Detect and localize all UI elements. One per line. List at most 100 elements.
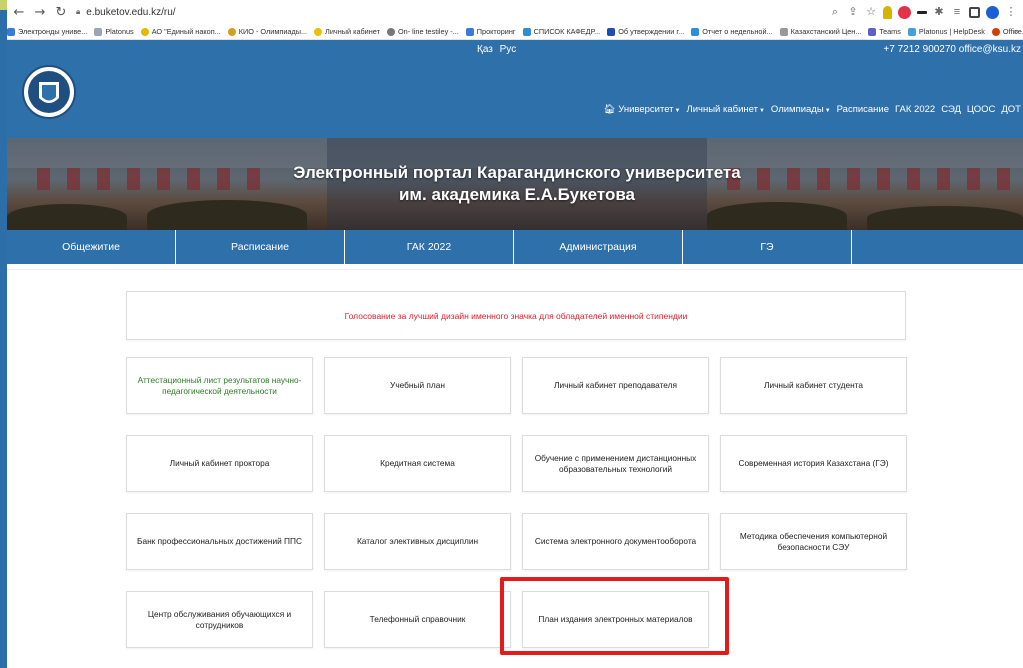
nav-item-university[interactable]: 🏠︎ Университет▼ <box>604 104 681 115</box>
university-logo-icon[interactable] <box>21 52 77 132</box>
bookmark-item[interactable]: On- line testiley -... <box>386 27 459 36</box>
nav-item-dot[interactable]: ДОТ <box>1001 104 1021 115</box>
tile-distance-learning[interactable]: Обучение с применением дистанционных обр… <box>522 435 709 492</box>
banner-tree <box>7 204 127 230</box>
extensions-puzzle-icon[interactable]: ✱ <box>933 6 945 19</box>
nav-item-sed[interactable]: СЭД <box>941 104 961 115</box>
browser-menu-icon[interactable]: ⋮ <box>1005 6 1017 19</box>
banner-window <box>847 168 860 190</box>
bookmark-favicon-icon <box>868 27 877 36</box>
tile-kazakhstan-history[interactable]: Современная история Казахстана (ГЭ) <box>720 435 907 492</box>
nav-item-schedule[interactable]: Расписание <box>837 104 889 115</box>
tile-teacher-cabinet[interactable]: Личный кабинет преподавателя <box>522 357 709 414</box>
menu-item-administration[interactable]: Администрация <box>514 230 683 264</box>
menu-item-ge[interactable]: ГЭ <box>683 230 852 264</box>
bookmark-favicon-icon <box>607 27 616 36</box>
bookmark-item[interactable]: Казахстанский Цен... <box>779 27 861 36</box>
lang-kz-link[interactable]: Қаз <box>477 44 493 55</box>
chevron-down-icon: ▼ <box>674 108 681 114</box>
bookmark-favicon-icon <box>314 27 323 36</box>
banner-window <box>967 168 980 190</box>
tile-credit-system[interactable]: Кредитная система <box>324 435 511 492</box>
screen: ← → ↻ 🔒︎ e.buketov.edu.kz/ru/ ⌕ ⇪ ☆ ✱ ≡ … <box>0 0 1023 668</box>
nav-item-olympiads[interactable]: Олимпиады▼ <box>771 104 831 115</box>
zoom-icon[interactable]: ⌕ <box>829 6 841 19</box>
bookmark-favicon-icon <box>94 27 103 36</box>
hero-banner: Электронный портал Карагандинского униве… <box>7 138 1023 230</box>
banner-window <box>937 168 950 190</box>
reading-list-icon[interactable]: ≡ <box>951 6 963 19</box>
banner-tree <box>867 206 1023 230</box>
bookmark-favicon-icon <box>522 27 531 36</box>
bookmark-item[interactable]: Teams <box>868 27 901 36</box>
share-icon[interactable]: ⇪ <box>847 6 859 19</box>
lock-icon: 🔒︎ <box>76 7 81 16</box>
main-content: Голосование за лучший дизайн именного зн… <box>7 270 1023 668</box>
extension-dash-icon[interactable] <box>917 10 927 14</box>
bookmark-star-icon[interactable]: ☆ <box>865 6 877 19</box>
menu-item-empty[interactable] <box>852 230 1023 264</box>
bookmark-item[interactable]: Личный кабинет <box>314 27 380 36</box>
extension-funnel-icon[interactable] <box>883 5 892 19</box>
nav-item-gak[interactable]: ГАК 2022 <box>895 104 935 115</box>
url-text: e.buketov.edu.kz/ru/ <box>86 6 176 18</box>
banner-window <box>217 168 230 190</box>
portal-title-line2: им. академика Е.А.Букетова <box>398 185 636 204</box>
banner-window <box>247 168 260 190</box>
menu-item-dormitory[interactable]: Общежитие <box>7 230 176 264</box>
profile-avatar-icon[interactable] <box>986 5 999 19</box>
main-menu: Общежитие Расписание ГАК 2022 Администра… <box>7 230 1023 264</box>
bookmark-item[interactable]: Об утверждении г... <box>607 27 684 36</box>
bookmark-item[interactable]: Прокторинг <box>465 27 516 36</box>
banner-window <box>97 168 110 190</box>
tile-curriculum[interactable]: Учебный план <box>324 357 511 414</box>
menu-item-schedule[interactable]: Расписание <box>176 230 345 264</box>
announcement-banner[interactable]: Голосование за лучший дизайн именного зн… <box>126 291 906 340</box>
tile-attestation[interactable]: Аттестационный лист результатов научно-п… <box>126 357 313 414</box>
chevron-down-icon: ▼ <box>758 108 765 114</box>
reload-icon[interactable]: ↻ <box>52 3 70 21</box>
tile-service-center[interactable]: Центр обслуживания обучающихся и сотрудн… <box>126 591 313 648</box>
bookmark-favicon-icon <box>779 27 788 36</box>
tile-proctor-cabinet[interactable]: Личный кабинет проктора <box>126 435 313 492</box>
tile-achievements-bank[interactable]: Банк профессиональных достижений ППС <box>126 513 313 570</box>
bookmark-item[interactable]: Отчет о недельной... <box>691 27 773 36</box>
bookmark-item[interactable]: АО "Единый накоп... <box>140 27 221 36</box>
bookmarks-bar: Электронды униве... Platonus АО "Единый … <box>7 24 1023 40</box>
bookmark-favicon-icon <box>465 27 474 36</box>
browser-extension-icons: ⌕ ⇪ ☆ ✱ ≡ ⋮ <box>829 5 1023 19</box>
bookmark-favicon-icon <box>991 27 1000 36</box>
banner-window <box>787 168 800 190</box>
forward-arrow-icon[interactable]: → <box>31 3 49 21</box>
back-arrow-icon[interactable]: ← <box>10 3 28 21</box>
bookmark-item[interactable]: СПИСОК КАФЕДР... <box>522 27 600 36</box>
extension-stop-icon[interactable] <box>898 5 911 19</box>
highlight-annotation-box <box>500 577 729 655</box>
menu-item-gak[interactable]: ГАК 2022 <box>345 230 514 264</box>
site-header: Қаз Рус +7 7212 900270 office@ksu.kz 🏠︎ … <box>7 40 1023 138</box>
chevron-down-icon: ▼ <box>824 108 831 114</box>
banner-window <box>817 168 830 190</box>
bookmark-item[interactable]: КИО - Олимпиады... <box>227 27 307 36</box>
banner-window <box>997 168 1010 190</box>
banner-tree <box>707 202 847 230</box>
nav-item-coos[interactable]: ЦООС <box>967 104 995 115</box>
bookmark-favicon-icon <box>140 27 149 36</box>
address-bar[interactable]: 🔒︎ e.buketov.edu.kz/ru/ <box>76 3 816 21</box>
bookmark-favicon-icon <box>691 27 700 36</box>
nav-item-cabinet[interactable]: Личный кабинет▼ <box>686 104 764 115</box>
bookmark-item[interactable]: Platonus | HelpDesk <box>907 27 985 36</box>
tile-document-flow[interactable]: Система электронного документооборота <box>522 513 709 570</box>
tile-computer-security[interactable]: Методика обеспечения компьютерной безопа… <box>720 513 907 570</box>
bookmark-favicon-icon <box>907 27 916 36</box>
contact-info: +7 7212 900270 office@ksu.kz <box>883 44 1021 55</box>
banner-window <box>187 168 200 190</box>
lang-ru-link[interactable]: Рус <box>500 44 517 55</box>
tile-elective-catalog[interactable]: Каталог элективных дисциплин <box>324 513 511 570</box>
bookmark-item[interactable]: Электронды униве... <box>7 27 87 36</box>
side-panel-icon[interactable] <box>969 6 980 18</box>
tile-student-cabinet[interactable]: Личный кабинет студента <box>720 357 907 414</box>
bookmark-item[interactable]: Platonus <box>94 27 134 36</box>
bookmarks-more-icon[interactable]: » <box>1014 26 1019 36</box>
tile-phone-directory[interactable]: Телефонный справочник <box>324 591 511 648</box>
